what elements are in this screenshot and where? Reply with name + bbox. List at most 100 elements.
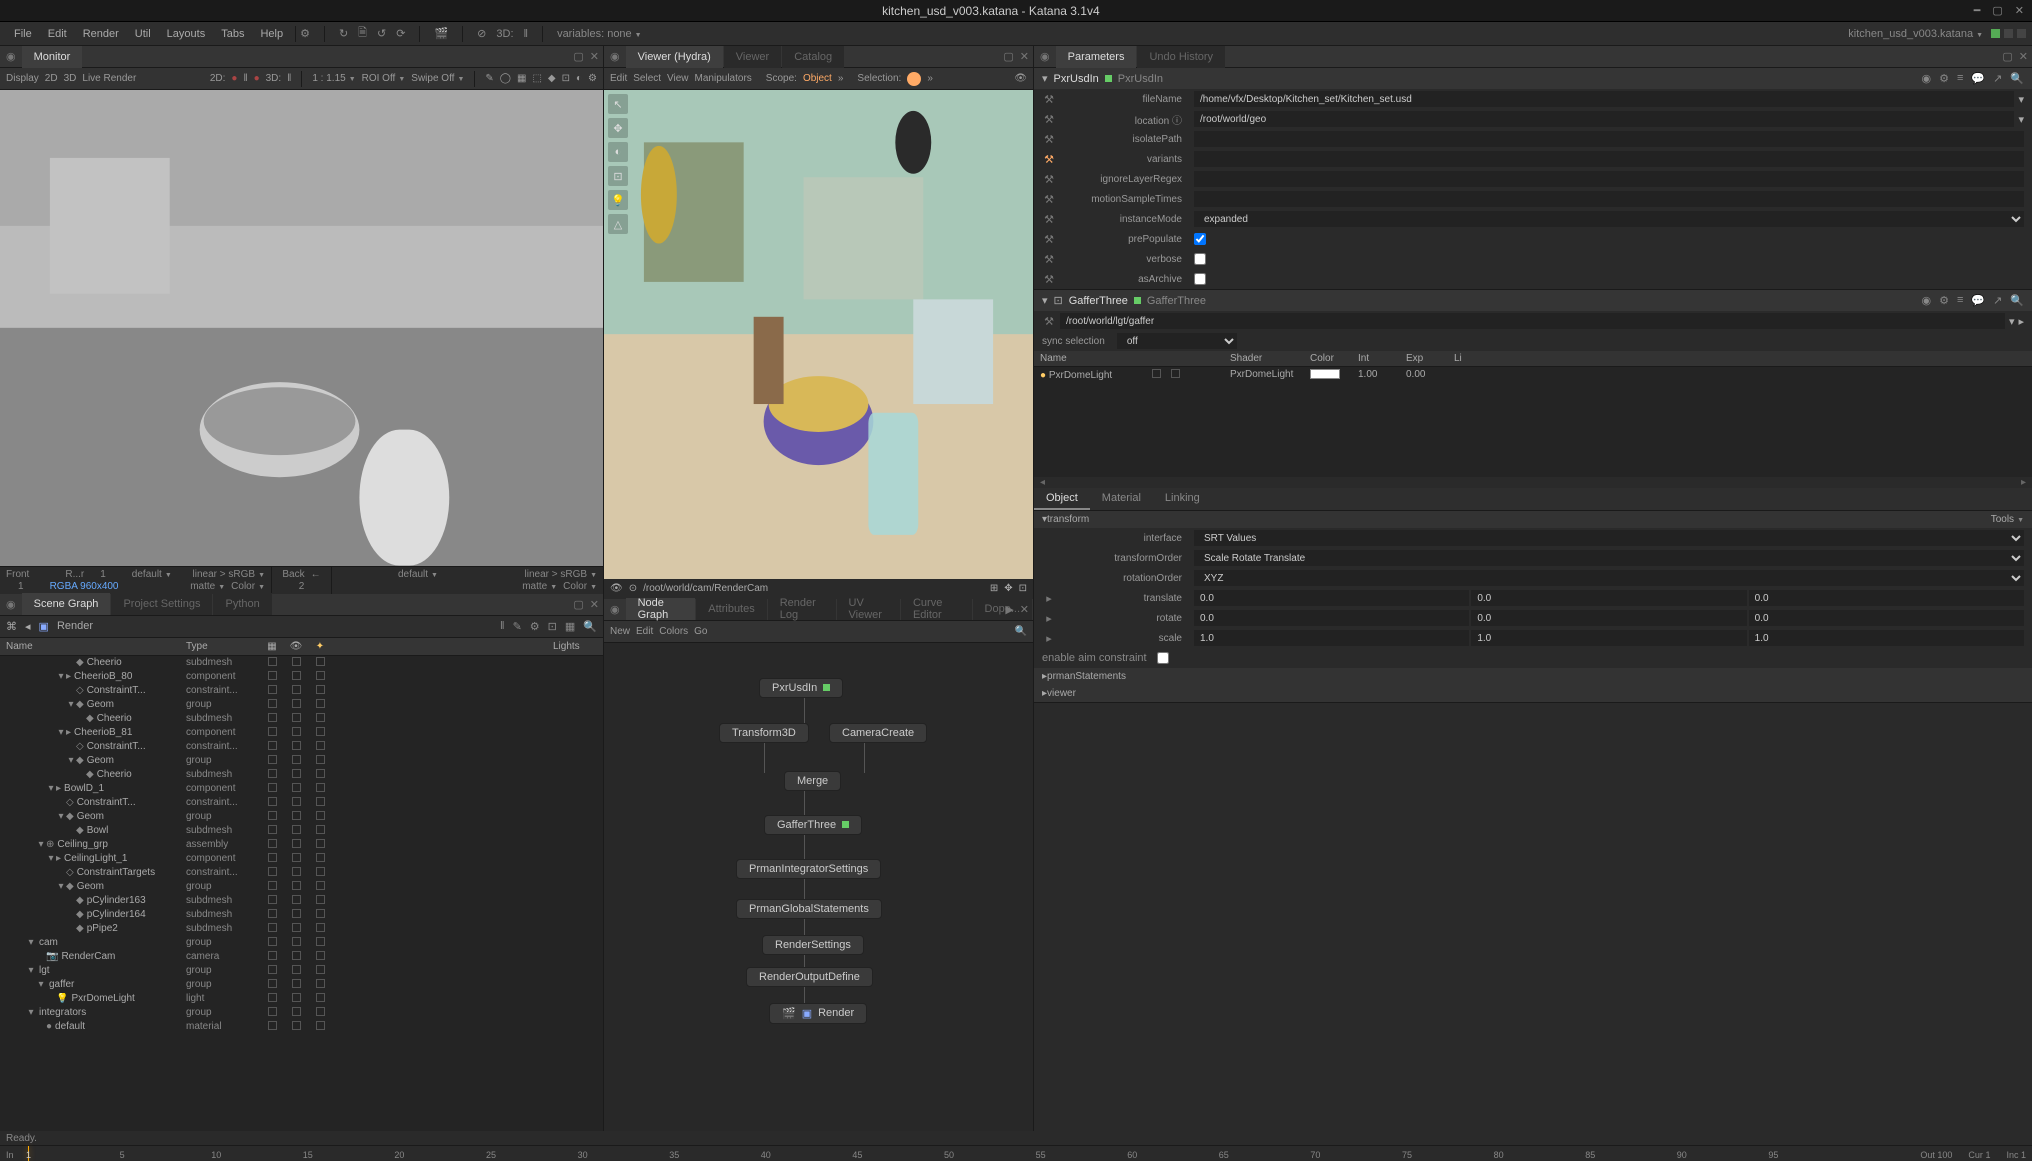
- ng-colors[interactable]: Colors: [659, 626, 688, 637]
- colorspaceB-dropdown[interactable]: linear > sRGB: [525, 569, 597, 580]
- sg-row[interactable]: ◆pCylinder164subdmesh: [0, 908, 603, 922]
- expand-icon[interactable]: ▸: [1042, 592, 1056, 605]
- sx-input[interactable]: [1194, 630, 1469, 646]
- ng-go[interactable]: Go: [694, 626, 707, 637]
- prman-group-hdr[interactable]: ▸ prmanStatements: [1034, 668, 2032, 685]
- wrench-icon[interactable]: ⚒: [1042, 193, 1056, 206]
- wrench-icon[interactable]: ⚒: [1042, 93, 1056, 106]
- hydra-panel-menu-icon[interactable]: ◉: [610, 50, 620, 63]
- sg-row[interactable]: 💡PxrDomeLightlight: [0, 992, 603, 1006]
- tab-scenegraph[interactable]: Scene Graph: [22, 593, 111, 615]
- subtab-object[interactable]: Object: [1034, 488, 1090, 510]
- wrench-icon[interactable]: ⚒: [1042, 315, 1056, 328]
- hydra-edit[interactable]: Edit: [610, 73, 627, 84]
- sg-panel-max-icon[interactable]: ▢: [573, 598, 583, 611]
- monitor-viewport[interactable]: [0, 90, 603, 566]
- ty-input[interactable]: [1471, 590, 1746, 606]
- dropdown-icon[interactable]: ▾: [2009, 315, 2015, 328]
- matteB-dropdown[interactable]: matte: [522, 581, 557, 592]
- node-gafferthree[interactable]: GafferThree: [764, 815, 862, 835]
- sg-row[interactable]: ◆Cheeriosubdmesh: [0, 712, 603, 726]
- sg-row[interactable]: ▾integratorsgroup: [0, 1006, 603, 1020]
- rorder-select[interactable]: XYZ: [1194, 570, 2024, 586]
- sg-row[interactable]: ◇ConstraintTargetsconstraint...: [0, 866, 603, 880]
- sg-pen-icon[interactable]: ✎: [513, 620, 522, 633]
- sg-row[interactable]: ▾◆Geomgroup: [0, 880, 603, 894]
- gear-icon[interactable]: ⚙: [300, 27, 310, 40]
- render-icon[interactable]: 🎬: [434, 27, 448, 40]
- selection-mode-icon[interactable]: [907, 72, 921, 86]
- refresh-icon[interactable]: ↻: [339, 27, 348, 40]
- tools-dropdown[interactable]: Tools: [1991, 514, 2024, 525]
- tab-uv[interactable]: UV Viewer: [837, 598, 900, 620]
- par-panel-max-icon[interactable]: ▢: [2002, 50, 2012, 63]
- location-input[interactable]: [1194, 111, 2014, 127]
- timeline[interactable]: In 1 51015202530354045505560657075808590…: [0, 1145, 2032, 1161]
- tool-f-icon[interactable]: ⊡: [562, 73, 570, 84]
- hydra-panel-close-icon[interactable]: ✕: [1020, 50, 1029, 63]
- menu-util[interactable]: Util: [127, 28, 159, 40]
- sg-row[interactable]: ▾⊕Ceiling_grpassembly: [0, 838, 603, 852]
- tab-curve[interactable]: Curve Editor: [901, 598, 972, 620]
- collapse-icon[interactable]: ▾: [1042, 294, 1048, 307]
- ng-panel-close-icon[interactable]: ✕: [1020, 603, 1029, 616]
- wrench-icon[interactable]: ⚒: [1042, 133, 1056, 146]
- hydra-select[interactable]: Select: [633, 73, 661, 84]
- opt-d-icon[interactable]: 💬: [1971, 294, 1985, 307]
- light-int[interactable]: 1.00: [1358, 369, 1406, 382]
- sg-gear-icon[interactable]: ⚙: [530, 620, 540, 633]
- par-panel-menu-icon[interactable]: ◉: [1040, 50, 1050, 63]
- rx-input[interactable]: [1194, 610, 1469, 626]
- panel-menu-icon[interactable]: ◉: [6, 50, 16, 63]
- hydra-view[interactable]: View: [667, 73, 689, 84]
- sg-row[interactable]: ▾gaffergroup: [0, 978, 603, 992]
- node-cameracreate[interactable]: CameraCreate: [829, 723, 927, 743]
- light-ck2[interactable]: [1171, 369, 1180, 378]
- pause-icon[interactable]: ‖: [524, 28, 529, 40]
- ignore-input[interactable]: [1194, 171, 2024, 187]
- tool-d-icon[interactable]: ⬚: [532, 73, 541, 84]
- tab-hydra[interactable]: Viewer (Hydra): [626, 46, 723, 68]
- swipe-dropdown[interactable]: Swipe Off: [411, 73, 464, 84]
- node-pxrusdin[interactable]: PxrUsdIn: [759, 678, 843, 698]
- path-picker-icon[interactable]: ▸: [2018, 315, 2024, 328]
- sy-input[interactable]: [1471, 630, 1746, 646]
- tab-parameters[interactable]: Parameters: [1056, 46, 1137, 68]
- viewer-group-hdr[interactable]: ▸ viewer: [1034, 685, 2032, 702]
- opt-b-icon[interactable]: ⚙: [1939, 72, 1949, 85]
- sg-row[interactable]: ◇ConstraintT...constraint...: [0, 684, 603, 698]
- opt-e-icon[interactable]: ↗: [1993, 294, 2002, 307]
- wrench-icon[interactable]: ⚒: [1042, 213, 1056, 226]
- sg-search-icon[interactable]: 🔍: [583, 620, 597, 633]
- archive-check[interactable]: [1194, 273, 1206, 285]
- sg-row[interactable]: ▾◆Geomgroup: [0, 698, 603, 712]
- pxrusdin-header[interactable]: ▾ PxrUsdIn PxrUsdIn ◉ ⚙ ≡ 💬 ↗ 🔍: [1034, 68, 2032, 89]
- maximize-icon[interactable]: ▢: [1992, 4, 2002, 17]
- opt-d-icon[interactable]: 💬: [1971, 72, 1985, 85]
- subtab-material[interactable]: Material: [1090, 488, 1153, 510]
- sz-input[interactable]: [1749, 630, 2024, 646]
- live-render-button[interactable]: Live Render: [82, 73, 136, 84]
- minimize-icon[interactable]: ━: [1974, 4, 1981, 17]
- tool-light-icon[interactable]: 💡: [608, 190, 628, 210]
- colorB-dropdown[interactable]: Color: [563, 581, 597, 592]
- record-icon[interactable]: ●: [231, 73, 237, 84]
- opt-e-icon[interactable]: ↗: [1993, 72, 2002, 85]
- target-icon[interactable]: ⊙: [629, 583, 637, 594]
- sg-row[interactable]: ●defaultmaterial: [0, 1020, 603, 1034]
- tab-renderlog[interactable]: Render Log: [768, 598, 836, 620]
- sg-row[interactable]: ◆Cheeriosubdmesh: [0, 656, 603, 670]
- menu-help[interactable]: Help: [252, 28, 291, 40]
- tool-select-icon[interactable]: ↖: [608, 94, 628, 114]
- node-prmanintegrator[interactable]: PrmanIntegratorSettings: [736, 859, 881, 879]
- tool-b-icon[interactable]: ◯: [500, 73, 511, 84]
- wrench-icon[interactable]: ⚒: [1042, 273, 1056, 286]
- tab-attributes[interactable]: Attributes: [696, 598, 766, 620]
- sel-next-icon[interactable]: »: [927, 73, 933, 84]
- sg-row[interactable]: ▾◆Geomgroup: [0, 810, 603, 824]
- sg-row[interactable]: ▾▸CheerioB_81component: [0, 726, 603, 740]
- tab-python[interactable]: Python: [213, 593, 271, 615]
- sg-panel-close-icon[interactable]: ✕: [590, 598, 599, 611]
- ry-input[interactable]: [1471, 610, 1746, 626]
- torder-select[interactable]: Scale Rotate Translate: [1194, 550, 2024, 566]
